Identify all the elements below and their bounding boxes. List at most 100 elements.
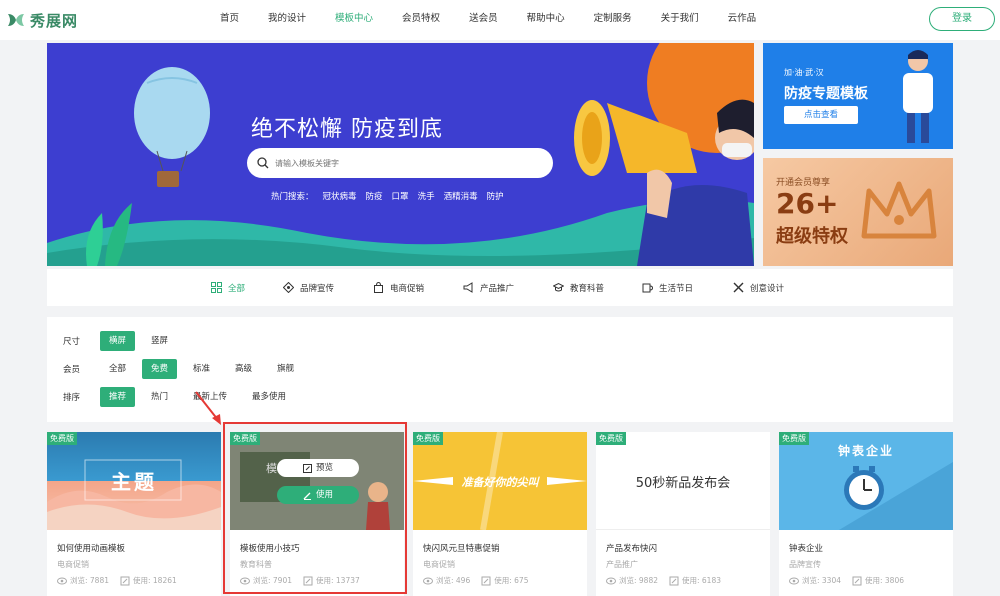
filter-option[interactable]: 热门: [142, 387, 177, 407]
pencil-icon: [303, 492, 311, 500]
megaphone-icon: [463, 282, 473, 293]
template-search-bar[interactable]: [247, 148, 553, 178]
search-input[interactable]: [275, 158, 515, 168]
nav-my-designs[interactable]: 我的设计: [268, 0, 306, 40]
hot-tag[interactable]: 洗手: [418, 190, 435, 202]
hot-tag[interactable]: 口罩: [392, 190, 409, 202]
grid-icon: [211, 282, 222, 293]
hot-tag[interactable]: 防疫: [366, 190, 383, 202]
view-button[interactable]: 点击查看: [784, 106, 858, 124]
eye-icon: [240, 577, 250, 584]
card-title[interactable]: 如何使用动画模板: [57, 542, 125, 554]
preview-icon: [302, 463, 312, 473]
crown-icon: [861, 181, 937, 239]
login-button[interactable]: 登录: [929, 7, 995, 31]
filter-label: 尺寸: [63, 337, 81, 347]
hot-search-label: 热门搜索：: [271, 192, 314, 202]
edit-icon: [120, 576, 130, 585]
template-card[interactable]: 50秒新品发布会 免费版 产品发布快闪 产品推广 浏览: 9882 使用: 61…: [596, 432, 770, 596]
thumb-text: 主题: [111, 470, 157, 494]
side-tagline: 加·油·武·汉: [784, 68, 824, 77]
card-title[interactable]: 产品发布快闪: [606, 542, 657, 554]
template-card[interactable]: 钟表企业 免费版 钟表企业 品牌宣传 浏览: 3304 使用: 3806: [779, 432, 953, 596]
thumb-art: [230, 432, 404, 530]
category-label: 全部: [228, 283, 246, 294]
filter-option[interactable]: 全部: [100, 359, 135, 379]
nav-gift-membership[interactable]: 送会员: [469, 0, 498, 40]
category-ecommerce[interactable]: 电商促销: [373, 269, 424, 306]
member-big-number: 26+: [776, 187, 839, 220]
filter-option[interactable]: 横屏: [100, 331, 136, 351]
epidemic-template-banner[interactable]: 加·油·武·汉 防疫专题模板 点击查看: [763, 43, 953, 149]
filter-panel: 尺寸 横屏 竖屏 会员 全部 免费 标准 高级 旗舰 排序 推荐 热门 最新上传…: [47, 317, 953, 422]
use-label: 使用: [315, 490, 333, 500]
nav-templates[interactable]: 模板中心: [335, 0, 373, 40]
edit-icon: [303, 576, 313, 585]
main-nav: 首页 我的设计 模板中心 会员特权 送会员 帮助中心 定制服务 关于我们 云作品: [220, 0, 785, 40]
nav-custom-service[interactable]: 定制服务: [594, 0, 632, 40]
filter-option[interactable]: 标准: [184, 359, 219, 379]
use-count: 使用: 6183: [682, 576, 721, 585]
filter-label: 排序: [63, 393, 81, 403]
category-brand[interactable]: 品牌宣传: [283, 269, 334, 306]
template-card[interactable]: 准备好你的尖叫 免费版 快闪风元旦特惠促销 电商促销 浏览: 496 使用: 6…: [413, 432, 587, 596]
nav-member-privileges[interactable]: 会员特权: [402, 0, 440, 40]
top-header: 秀展网 首页 我的设计 模板中心 会员特权 送会员 帮助中心 定制服务 关于我们…: [0, 0, 1000, 40]
side-title: 防疫专题模板: [784, 86, 868, 102]
filter-option[interactable]: 推荐: [100, 387, 136, 407]
free-badge: 免费版: [596, 432, 626, 445]
template-card[interactable]: 模板 预览 使用 免费版 模板使用小技巧 教育科普 浏览: 7901 使用: 1…: [230, 432, 404, 596]
hot-tag[interactable]: 防护: [487, 190, 504, 202]
category-all[interactable]: 全部: [211, 269, 245, 306]
nav-about[interactable]: 关于我们: [661, 0, 699, 40]
card-title[interactable]: 模板使用小技巧: [240, 542, 300, 554]
nav-cloud-works[interactable]: 云作品: [728, 0, 757, 40]
nav-home[interactable]: 首页: [220, 0, 239, 40]
card-category: 电商促销: [57, 560, 89, 569]
card-title[interactable]: 快闪风元旦特惠促销: [423, 542, 500, 554]
filter-option[interactable]: 高级: [226, 359, 261, 379]
brand-logo[interactable]: 秀展网: [6, 8, 78, 32]
filter-option[interactable]: 旗舰: [268, 359, 303, 379]
eye-icon: [57, 577, 67, 584]
card-stats: 浏览: 3304 使用: 3806: [789, 575, 904, 586]
shopping-bag-icon: [374, 282, 383, 293]
thumb-text: 准备好你的尖叫: [461, 476, 539, 489]
membership-banner[interactable]: 开通会员尊享 26+ 超级特权: [763, 158, 953, 266]
preview-label: 预览: [315, 463, 333, 473]
hot-tag[interactable]: 冠状病毒: [323, 190, 357, 202]
category-product[interactable]: 产品推广: [463, 269, 514, 306]
category-life[interactable]: 生活节日: [642, 269, 693, 306]
tools-icon: [733, 282, 744, 293]
nav-help[interactable]: 帮助中心: [527, 0, 565, 40]
category-creative[interactable]: 创意设计: [733, 269, 784, 306]
use-button[interactable]: 使用: [277, 486, 359, 504]
card-thumbnail[interactable]: 50秒新品发布会: [596, 432, 770, 530]
card-thumbnail[interactable]: 主题: [47, 432, 221, 530]
view-count: 浏览: 3304: [802, 576, 841, 585]
filter-option[interactable]: 免费: [142, 359, 178, 379]
category-education[interactable]: 教育科普: [553, 269, 604, 306]
edit-icon: [481, 576, 491, 585]
eye-icon: [606, 577, 616, 584]
free-badge: 免费版: [779, 432, 809, 445]
hero-banner[interactable]: 绝不松懈 防疫到底 热门搜索： 冠状病毒 防疫 口罩 洗手 酒精消毒 防护: [47, 43, 754, 266]
view-count: 浏览: 9882: [619, 576, 658, 585]
card-thumbnail[interactable]: 准备好你的尖叫: [413, 432, 587, 530]
preview-button[interactable]: 预览: [277, 459, 359, 477]
hot-searches: 热门搜索： 冠状病毒 防疫 口罩 洗手 酒精消毒 防护: [271, 190, 504, 202]
card-stats: 浏览: 9882 使用: 6183: [606, 575, 721, 586]
category-label: 创意设计: [750, 283, 785, 294]
filter-option[interactable]: 最多使用: [243, 387, 295, 407]
view-count: 浏览: 7901: [253, 576, 292, 585]
template-card[interactable]: 主题 免费版 如何使用动画模板 电商促销 浏览: 7881 使用: 18261: [47, 432, 221, 596]
filter-option[interactable]: 竖屏: [142, 331, 177, 351]
hot-tag[interactable]: 酒精消毒: [444, 190, 478, 202]
card-title[interactable]: 钟表企业: [789, 542, 823, 554]
card-category: 教育科普: [240, 560, 272, 569]
card-stats: 浏览: 496 使用: 675: [423, 575, 528, 586]
search-icon[interactable]: [257, 157, 269, 169]
card-thumbnail[interactable]: 模板 预览 使用: [230, 432, 404, 530]
logo-icon: [8, 14, 24, 26]
card-thumbnail[interactable]: 钟表企业: [779, 432, 953, 530]
